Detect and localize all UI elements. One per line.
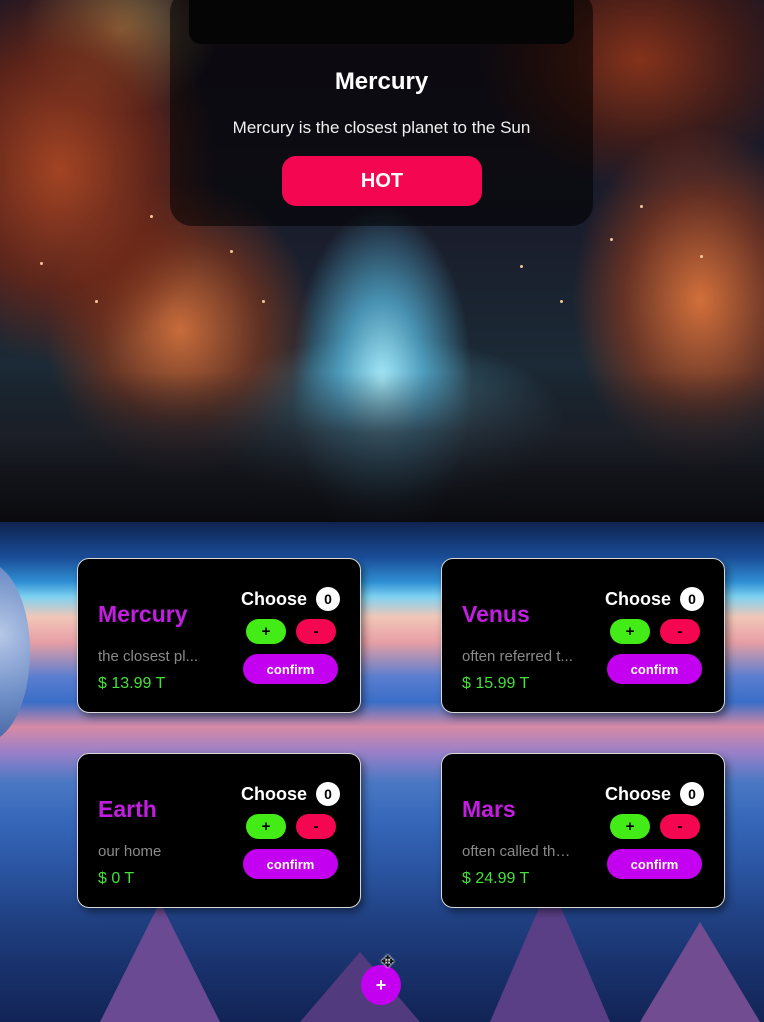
decrement-button[interactable]: - xyxy=(660,619,700,644)
product-card-mars: Mars often called the ... $ 24.99 T Choo… xyxy=(441,753,725,908)
star xyxy=(40,262,43,265)
mountain xyxy=(100,902,220,1022)
featured-planet-card: Mercury Mercury is the closest planet to… xyxy=(170,0,593,226)
star xyxy=(560,300,563,303)
product-card-mercury: Mercury the closest pl... $ 13.99 T Choo… xyxy=(77,558,361,713)
confirm-button[interactable]: confirm xyxy=(607,849,702,879)
star xyxy=(95,300,98,303)
product-price: $ 0 T xyxy=(98,870,135,887)
hero-section: Mercury Mercury is the closest planet to… xyxy=(0,0,764,522)
quantity-count-badge: 0 xyxy=(680,587,704,611)
product-description: the closest pl... xyxy=(98,648,199,665)
confirm-button[interactable]: confirm xyxy=(243,654,338,684)
star xyxy=(610,238,613,241)
confirm-button[interactable]: confirm xyxy=(243,849,338,879)
product-price: $ 15.99 T xyxy=(462,675,530,692)
product-price: $ 24.99 T xyxy=(462,870,530,887)
increment-button[interactable]: + xyxy=(610,619,650,644)
planet-image-frame xyxy=(189,0,574,44)
product-description: our home xyxy=(98,843,162,860)
star xyxy=(230,250,233,253)
product-name: Mercury xyxy=(98,601,188,627)
mountain xyxy=(640,922,760,1022)
decrement-button[interactable]: - xyxy=(660,814,700,839)
quantity-count-badge: 0 xyxy=(680,782,704,806)
decrement-button[interactable]: - xyxy=(296,619,336,644)
choose-label: Choose xyxy=(605,589,672,609)
product-card-venus: Venus often referred t... $ 15.99 T Choo… xyxy=(441,558,725,713)
choose-label: Choose xyxy=(241,589,308,609)
hot-button[interactable]: HOT xyxy=(282,156,482,206)
increment-button[interactable]: + xyxy=(246,619,286,644)
product-name: Mars xyxy=(462,796,516,822)
featured-planet-title: Mercury xyxy=(334,68,429,95)
star xyxy=(150,215,153,218)
star xyxy=(640,205,643,208)
increment-button[interactable]: + xyxy=(246,814,286,839)
mountain xyxy=(300,952,420,1022)
confirm-button[interactable]: confirm xyxy=(607,654,702,684)
planet-backdrop xyxy=(0,562,30,742)
product-card-earth: Earth our home $ 0 T Choose 0 + - confir… xyxy=(77,753,361,908)
product-price: $ 13.99 T xyxy=(98,675,166,692)
star xyxy=(520,265,523,268)
choose-label: Choose xyxy=(241,784,308,804)
decrement-button[interactable]: - xyxy=(296,814,336,839)
product-name: Venus xyxy=(462,601,530,627)
move-cursor-icon: ✥ xyxy=(381,954,395,971)
star xyxy=(262,300,265,303)
product-description: often referred t... xyxy=(462,648,573,665)
choose-label: Choose xyxy=(605,784,672,804)
star xyxy=(700,255,703,258)
quantity-count-badge: 0 xyxy=(316,587,340,611)
product-description: often called the ... xyxy=(462,843,574,860)
quantity-count-badge: 0 xyxy=(316,782,340,806)
featured-planet-description: Mercury is the closest planet to the Sun xyxy=(232,118,531,137)
increment-button[interactable]: + xyxy=(610,814,650,839)
product-name: Earth xyxy=(98,796,157,822)
